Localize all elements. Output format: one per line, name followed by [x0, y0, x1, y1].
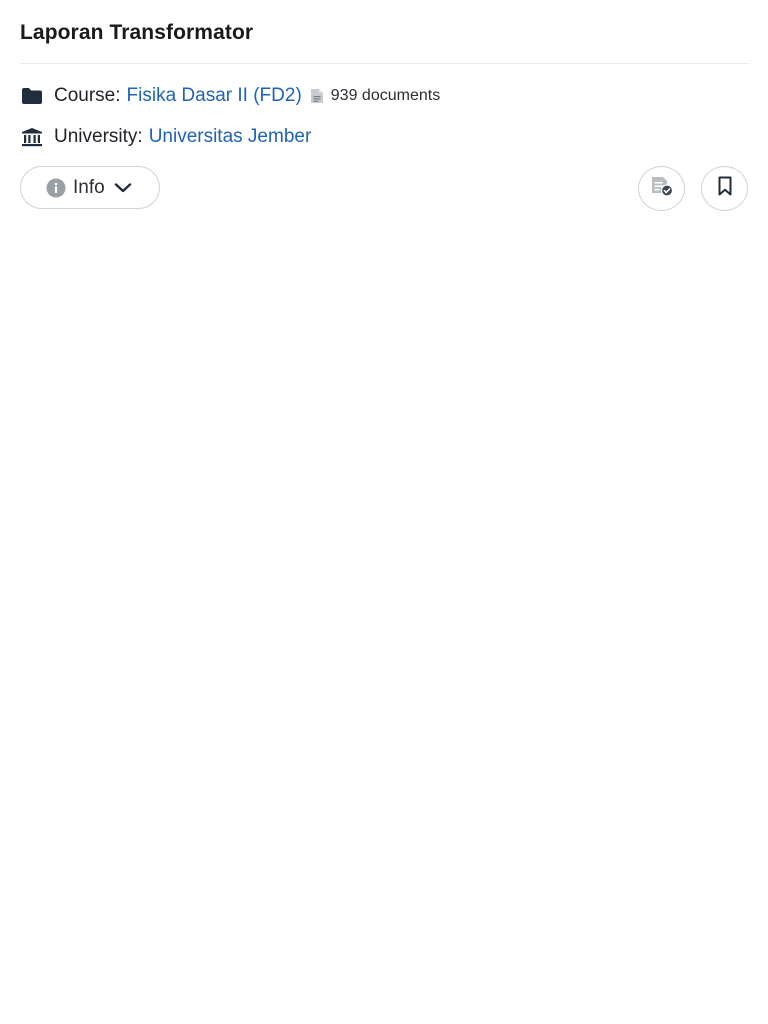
- info-label: Info: [73, 176, 105, 198]
- document-icon: [310, 88, 324, 104]
- bookmark-icon: [717, 176, 733, 201]
- document-title: Laporan Transformator: [20, 21, 254, 44]
- title-divider: [20, 63, 749, 64]
- add-to-studylist-button[interactable]: [638, 166, 685, 211]
- folder-icon: [20, 84, 44, 108]
- document-actions: Info: [20, 166, 749, 211]
- chevron-down-icon: [114, 182, 132, 194]
- document-count-text: 939 documents: [330, 87, 441, 104]
- course-row: Course: Fisika Dasar II (FD2) 939 docume…: [20, 84, 440, 108]
- info-dropdown-button[interactable]: Info: [20, 166, 160, 209]
- university-row: University: Universitas Jember: [20, 125, 311, 149]
- course-label: Course:: [54, 85, 121, 106]
- course-link[interactable]: Fisika Dasar II (FD2): [127, 85, 302, 107]
- university-label: University:: [54, 126, 143, 147]
- document-count: 939 documents: [310, 87, 440, 105]
- university-link[interactable]: Universitas Jember: [149, 126, 312, 148]
- info-icon: [46, 178, 66, 198]
- university-icon: [20, 125, 44, 149]
- save-bookmark-button[interactable]: [701, 166, 748, 211]
- document-header: Laporan Transformator Course: Fisika Das…: [20, 0, 749, 211]
- add-to-studylist-icon: [650, 175, 674, 202]
